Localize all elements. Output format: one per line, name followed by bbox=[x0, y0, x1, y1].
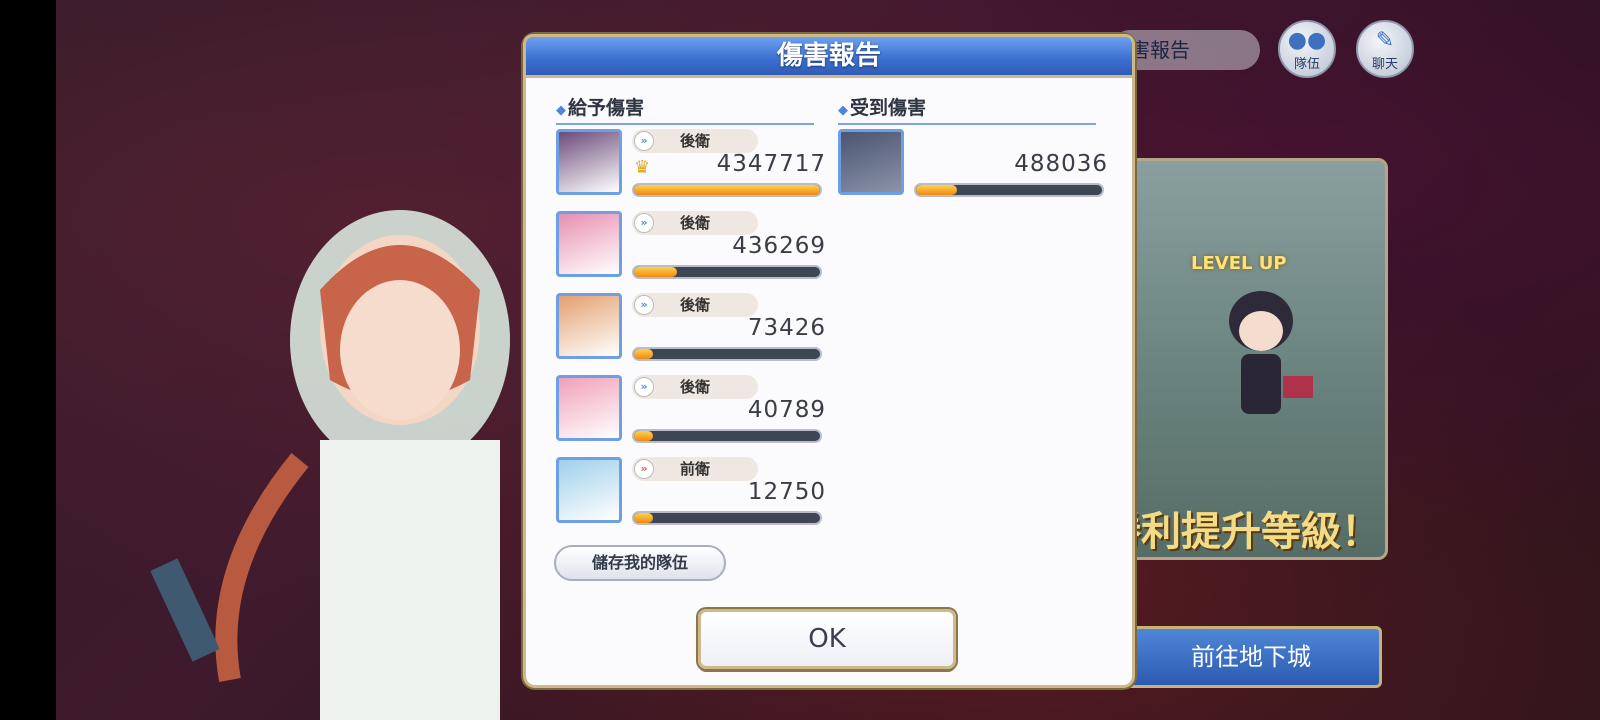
damage-bar-fill bbox=[916, 185, 957, 195]
damage-value: 488036 bbox=[1014, 151, 1108, 177]
position-badge: » 前衛 bbox=[632, 457, 758, 481]
damage-bar bbox=[914, 183, 1104, 197]
damage-bar bbox=[632, 183, 822, 197]
team-button[interactable]: ●● 隊伍 bbox=[1278, 20, 1336, 78]
position-label: 前衛 bbox=[679, 460, 710, 478]
chat-button[interactable]: ✎ 聊天 bbox=[1356, 20, 1414, 78]
given-damage-row: » 後衛 ♛ 4347717 bbox=[556, 129, 826, 201]
character-avatar[interactable] bbox=[556, 457, 622, 523]
position-arrow-icon: » bbox=[634, 213, 654, 233]
position-badge: » 後衛 bbox=[632, 375, 758, 399]
given-damage-row: » 後衛 436269 bbox=[556, 211, 826, 283]
given-damage-row: » 後衛 73426 bbox=[556, 293, 826, 365]
ok-button[interactable]: OK bbox=[698, 609, 956, 669]
save-team-button[interactable]: 儲存我的隊伍 bbox=[554, 545, 726, 581]
character-avatar[interactable] bbox=[556, 211, 622, 277]
dialog-title: 傷害報告 bbox=[523, 34, 1135, 78]
damage-bar-fill bbox=[634, 431, 653, 441]
position-badge: » 後衛 bbox=[632, 293, 758, 317]
position-label: 後衛 bbox=[679, 296, 710, 314]
damage-bar-fill bbox=[634, 267, 677, 277]
character-avatar[interactable] bbox=[556, 375, 622, 441]
damage-bar-fill bbox=[634, 185, 820, 195]
received-damage-row: 488036 bbox=[838, 129, 1108, 201]
position-badge: » 後衛 bbox=[632, 211, 758, 235]
position-label: 後衛 bbox=[679, 132, 710, 150]
character-avatar[interactable] bbox=[556, 293, 622, 359]
character-avatar[interactable] bbox=[556, 129, 622, 195]
position-label: 後衛 bbox=[679, 378, 710, 396]
go-to-dungeon-button[interactable]: 前往地下城 bbox=[1120, 626, 1382, 688]
position-arrow-icon: » bbox=[634, 295, 654, 315]
position-arrow-icon: » bbox=[634, 131, 654, 151]
damage-bar bbox=[632, 265, 822, 279]
position-badge: » 後衛 bbox=[632, 129, 758, 153]
crown-icon: ♛ bbox=[634, 157, 651, 178]
chibi-character bbox=[1229, 291, 1313, 414]
damage-bar bbox=[632, 511, 822, 525]
given-damage-row: » 後衛 40789 bbox=[556, 375, 826, 447]
left-black-bar bbox=[0, 0, 56, 720]
team-icon: ●● bbox=[1287, 28, 1327, 53]
team-label: 隊伍 bbox=[1293, 57, 1320, 72]
enemy-avatar[interactable] bbox=[838, 129, 904, 195]
position-arrow-icon: » bbox=[634, 377, 654, 397]
given-damage-row: » 前衛 12750 bbox=[556, 457, 826, 529]
level-up-label: LEVEL UP bbox=[1191, 253, 1287, 274]
damage-value: 12750 bbox=[747, 479, 826, 505]
position-arrow-icon: » bbox=[634, 459, 654, 479]
received-damage-header: ◆ 受到傷害 bbox=[838, 93, 1096, 125]
damage-bar bbox=[632, 347, 822, 361]
level-up-card: LEVEL UP 勝利提升等級！ bbox=[1118, 158, 1388, 560]
damage-value: 4347717 bbox=[716, 151, 826, 177]
chat-label: 聊天 bbox=[1371, 57, 1398, 72]
damage-value: 436269 bbox=[732, 233, 826, 259]
damage-value: 40789 bbox=[747, 397, 826, 423]
chat-icon: ✎ bbox=[1375, 28, 1395, 53]
character-illustration bbox=[150, 210, 510, 720]
diamond-icon: ◆ bbox=[838, 103, 848, 118]
damage-value: 73426 bbox=[747, 315, 826, 341]
given-damage-header: ◆ 給予傷害 bbox=[556, 93, 814, 125]
damage-bar-fill bbox=[634, 513, 653, 523]
damage-bar bbox=[632, 429, 822, 443]
position-label: 後衛 bbox=[679, 214, 710, 232]
damage-report-dialog: 傷害報告 ◆ 給予傷害 ◆ 受到傷害 » 後衛 ♛ 4347717 » 後衛 436269 » 後衛… bbox=[523, 34, 1135, 688]
damage-bar-fill bbox=[634, 349, 653, 359]
diamond-icon: ◆ bbox=[556, 103, 566, 118]
level-up-message: 勝利提升等級！ bbox=[1118, 509, 1381, 555]
